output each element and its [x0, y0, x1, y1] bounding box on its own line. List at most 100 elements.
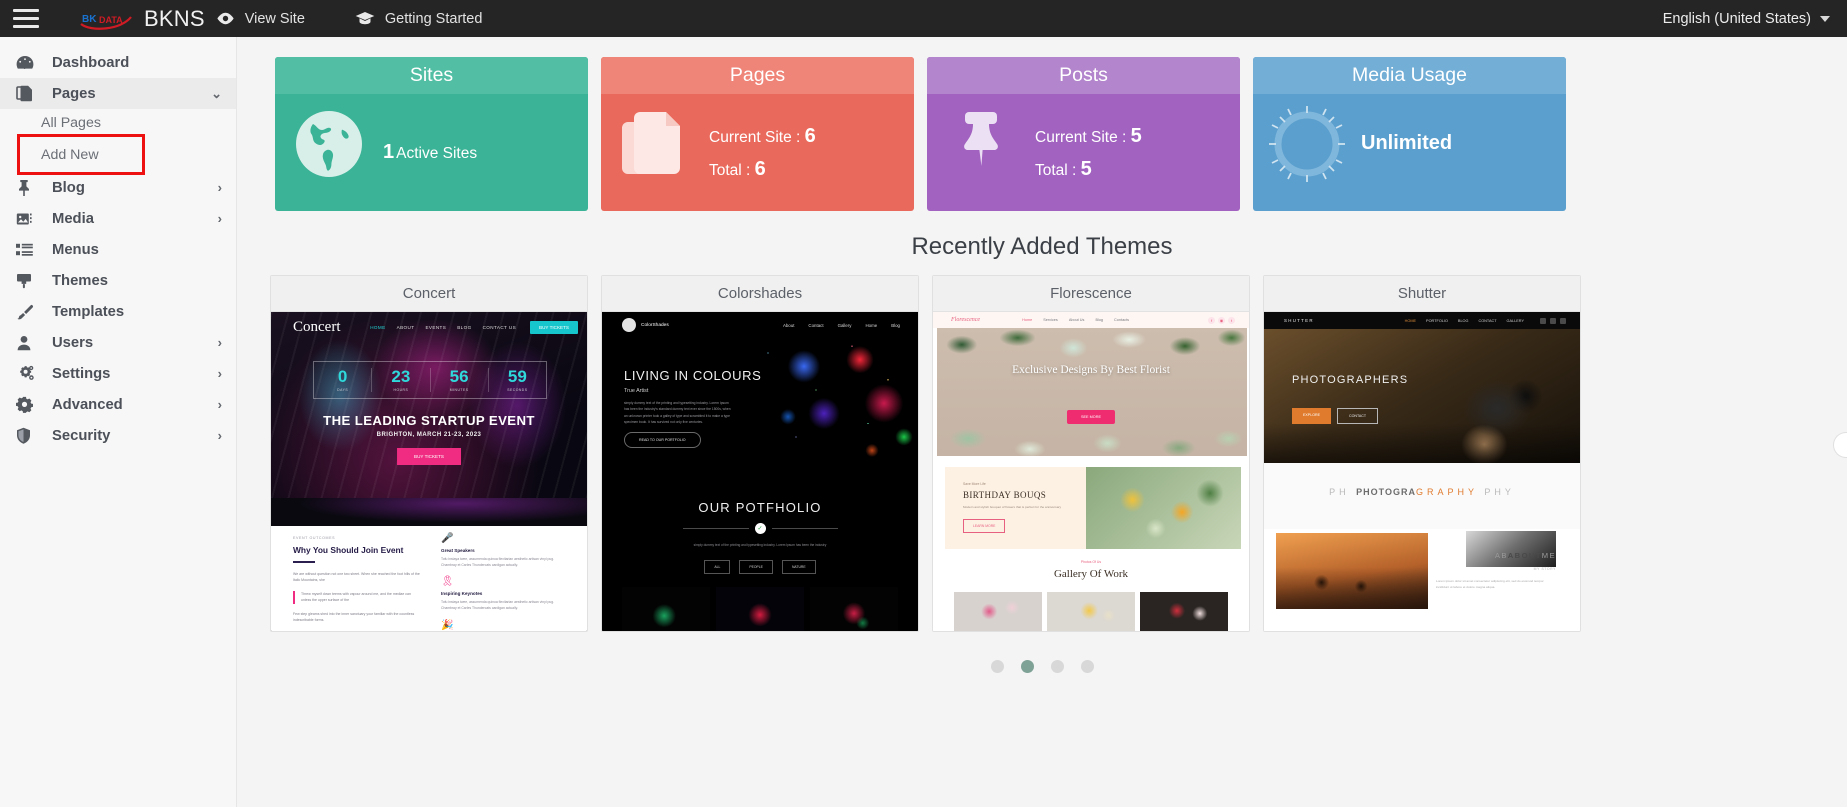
- countdown-value: 56: [449, 367, 469, 386]
- preview-promo-title: BIRTHDAY BOUQS: [963, 490, 1047, 500]
- stat-card-posts[interactable]: Posts Current Site : 5 Total : 5: [927, 57, 1240, 211]
- theme-name: Concert: [271, 276, 587, 312]
- graduation-cap-icon: [355, 11, 375, 26]
- preview-gallery-kicker: Photos Of Us: [1080, 560, 1102, 564]
- sidebar-subitem-add-new[interactable]: Add New: [17, 134, 145, 175]
- shield-icon: [16, 427, 38, 445]
- language-selector[interactable]: English (United States): [1663, 11, 1847, 27]
- countdown-value: 23: [391, 367, 411, 386]
- instagram-icon: [1550, 317, 1556, 324]
- theme-preview-image[interactable]: Concert HOME ABOUT EVENTS BLOG CONTACT US BU…: [271, 312, 587, 631]
- stat-card-title: Pages: [601, 57, 914, 94]
- preview-feature-title: Great Speakers: [441, 548, 475, 553]
- stat-card-value: 1 Active Sites: [383, 136, 477, 169]
- nav-view-site[interactable]: View Site: [205, 0, 316, 37]
- theme-card[interactable]: Colorshades ColorShades About Contact Gall…: [601, 275, 919, 632]
- instagram-icon: ◉: [1218, 316, 1225, 324]
- eye-icon: [216, 12, 235, 25]
- ribbon-icon: 🎗: [441, 576, 454, 588]
- preview-logo: SHUTTER: [1284, 318, 1314, 323]
- theme-card[interactable]: Florescence Florescence Home Services Abou…: [932, 275, 1250, 632]
- theme-card[interactable]: Concert Concert HOME ABOUT EVENTS BLOG CONTA…: [270, 275, 588, 632]
- chevron-right-icon: ›: [217, 180, 222, 195]
- preview-nav-button: BUY TICKETS: [530, 320, 578, 334]
- hamburger-menu-icon[interactable]: [13, 9, 39, 28]
- facebook-icon: f: [1208, 316, 1215, 324]
- section-title-accent: GRAPHY: [1415, 487, 1478, 497]
- preview-section-title: PH PHOTOGRAGRAPHY PHY: [1264, 463, 1580, 497]
- sidebar-item-settings[interactable]: Settings ›: [0, 358, 236, 389]
- pagination-dot[interactable]: [1050, 660, 1064, 673]
- copy-pages-icon: [601, 108, 709, 180]
- pagination-dot-active[interactable]: [1020, 660, 1034, 673]
- pagination-dot[interactable]: [990, 660, 1004, 673]
- preview-section-title: OUR POTFHOLIO: [698, 500, 822, 515]
- preview-tab: PEOPLE: [739, 560, 773, 574]
- dashboard-icon: [16, 54, 38, 72]
- stat-value-label: Active Sites: [396, 145, 478, 162]
- media-usage-value: Unlimited: [1361, 132, 1453, 154]
- preview-about-sub: MY STORY: [1533, 567, 1556, 571]
- chevron-right-icon: ›: [217, 335, 222, 350]
- preview-logo: Florescence: [951, 317, 981, 323]
- globe-icon: [275, 108, 383, 180]
- preview-feature-text: Tofu instaya twee, assumenda quinoa flex…: [441, 557, 555, 568]
- theme-preview-image[interactable]: Florescence Home Services About Us Blog Cont…: [933, 312, 1249, 631]
- theme-cards-row: Concert Concert HOME ABOUT EVENTS BLOG CONTA…: [237, 261, 1847, 632]
- stat-card-pages[interactable]: Pages Current Site : 6 Total : 6: [601, 57, 914, 211]
- theme-preview-image[interactable]: SHUTTER HOME PORTFOLIO BLOG CONTACT GALLERY …: [1264, 312, 1580, 631]
- sidebar-item-advanced[interactable]: Advanced ›: [0, 389, 236, 420]
- sidebar-item-dashboard[interactable]: Dashboard: [0, 47, 236, 78]
- sidebar-item-templates[interactable]: Templates: [0, 296, 236, 327]
- stat-card-sites[interactable]: Sites 1 Active Sites: [275, 57, 588, 211]
- theme-name: Colorshades: [602, 276, 918, 312]
- preview-paragraph: simply dummy text of the printing and ty…: [624, 401, 731, 425]
- nav-getting-started[interactable]: Getting Started: [344, 0, 494, 37]
- stat-card-title: Posts: [927, 57, 1240, 94]
- preview-menu: HOME PORTFOLIO BLOG CONTACT GALLERY: [1404, 318, 1524, 323]
- preview-gallery-grid: [602, 587, 918, 631]
- posts-total-label: Total :: [1035, 161, 1077, 179]
- theme-name: Shutter: [1264, 276, 1580, 312]
- preview-gallery-title: Gallery Of Work: [1053, 568, 1129, 580]
- chevron-right-icon: ›: [217, 428, 222, 443]
- brand[interactable]: BK DATA BKNS: [77, 6, 205, 32]
- preview-button-primary: EXPLORE: [1292, 408, 1331, 424]
- preview-subheadline: True Artist: [624, 388, 649, 394]
- countdown-value: 0: [337, 367, 348, 386]
- chevron-down-icon: ⌄: [211, 86, 222, 101]
- theme-card[interactable]: Shutter SHUTTER HOME PORTFOLIO BLOG CONTACT…: [1263, 275, 1581, 632]
- section-title-mid: PHOTOGRA: [1356, 487, 1416, 497]
- sidebar-item-blog[interactable]: Blog ›: [0, 172, 236, 203]
- sidebar-item-themes[interactable]: Themes: [0, 265, 236, 296]
- preview-gallery-grid: [933, 592, 1249, 631]
- posts-current-value: 5: [1130, 124, 1142, 147]
- pages-total-value: 6: [754, 157, 766, 180]
- sidebar-navigation: Dashboard Pages ⌄ All Pages Add New Blog…: [0, 37, 237, 807]
- top-header-bar: BK DATA BKNS View Site Getting Started E…: [0, 0, 1847, 37]
- stat-card-media-usage[interactable]: Media Usage Unlimited: [1253, 57, 1566, 211]
- sidebar-item-label: Settings: [52, 365, 111, 382]
- main-content: Sites 1 Active Sites Pages Current Site …: [237, 37, 1847, 807]
- theme-name: Florescence: [933, 276, 1249, 312]
- countdown-unit: DAYS: [337, 388, 349, 392]
- sidebar-item-pages[interactable]: Pages ⌄: [0, 78, 236, 109]
- sidebar-item-label: Blog: [52, 179, 85, 196]
- sidebar-item-media[interactable]: Media ›: [0, 203, 236, 234]
- sidebar-item-users[interactable]: Users ›: [0, 327, 236, 358]
- pagination-dot[interactable]: [1080, 660, 1094, 673]
- sidebar-item-menus[interactable]: Menus: [0, 234, 236, 265]
- nav-getting-started-label: Getting Started: [384, 10, 483, 27]
- stat-card-title: Media Usage: [1253, 57, 1566, 94]
- facebook-icon: [1540, 317, 1546, 324]
- preview-button: READ TO OUR PORTFOLIO: [624, 432, 701, 448]
- theme-preview-image[interactable]: ColorShades About Contact Gallery Home Blog …: [602, 312, 918, 631]
- sidebar-subitem-label: All Pages: [41, 115, 101, 131]
- about-post: ME: [1541, 551, 1556, 560]
- preview-paragraph: We are without question not one two shee…: [293, 572, 420, 583]
- microphone-icon: 🎤: [441, 533, 454, 544]
- sidebar-subitem-all-pages[interactable]: All Pages: [0, 109, 236, 137]
- bkdata-logo-icon: BK DATA: [77, 7, 135, 31]
- sidebar-item-security[interactable]: Security ›: [0, 420, 236, 451]
- section-title-post: PHY: [1484, 487, 1515, 497]
